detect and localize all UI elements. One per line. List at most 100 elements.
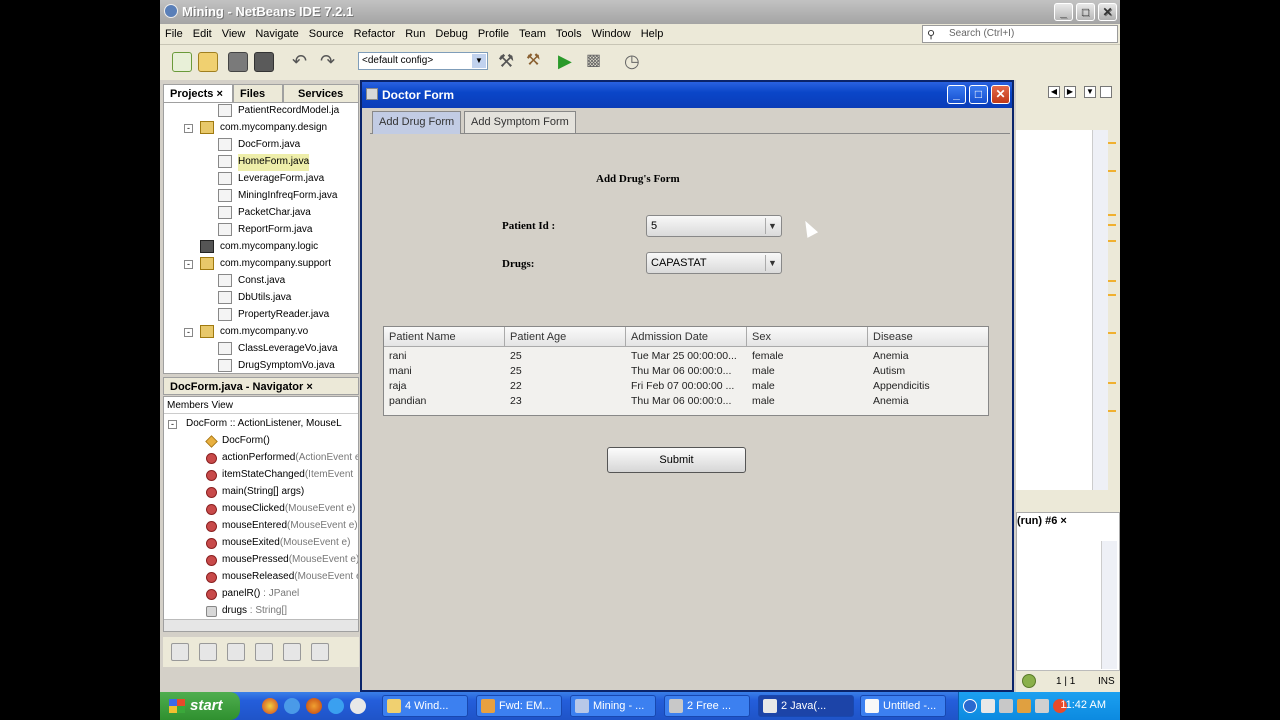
output-tab[interactable]: (run) #6 × [1015,513,1067,527]
redo-icon[interactable]: ↷ [320,52,340,72]
column-header-patient-name[interactable]: Patient Name [384,327,505,347]
static-filter-icon[interactable] [227,643,245,661]
notification-icon[interactable] [1022,674,1036,688]
chrome-icon[interactable] [262,698,278,714]
tree-item[interactable]: ClassLeverageVo.java [218,341,338,358]
menu-source[interactable]: Source [304,24,349,40]
patient-table[interactable]: Patient Name Patient Age Admission Date … [383,326,989,416]
tree-item[interactable]: PatientRecordModel.ja [218,103,339,120]
error-stripe-mark[interactable] [1108,170,1116,172]
table-cell[interactable]: raja [384,379,505,394]
error-stripe-mark[interactable] [1108,280,1116,282]
menu-file[interactable]: File [160,24,188,40]
navigator-member[interactable]: panelR() : JPanel [206,586,299,603]
table-cell[interactable]: 25 [505,364,626,379]
task-free[interactable]: 2 Free ... [664,695,750,717]
clean-build-icon[interactable]: ⚒ [526,52,546,72]
members-view-select[interactable]: Members View [164,397,358,414]
menu-window[interactable]: Window [587,24,636,40]
table-cell[interactable]: Tue Mar 25 00:00:00... [626,349,747,364]
ie-icon[interactable] [328,698,344,714]
table-cell[interactable]: male [747,394,868,409]
task-untitled[interactable]: Untitled -... [860,695,946,717]
navigator-member[interactable]: actionPerformed(ActionEvent e [206,450,358,467]
tree-item[interactable]: HomeForm.java [218,154,310,171]
open-project-icon[interactable] [228,52,248,72]
drugs-select[interactable]: CAPASTAT ▼ [646,252,782,274]
build-icon[interactable]: ⚒ [498,52,518,72]
collapse-icon[interactable]: - [168,420,177,429]
navigator-member[interactable]: mouseClicked(MouseEvent e) [206,501,355,518]
table-cell[interactable]: male [747,379,868,394]
task-java[interactable]: 2 Java(... [758,695,854,717]
column-header-disease[interactable]: Disease [868,327,988,347]
tab-services[interactable]: Services [283,84,359,102]
column-header-admission-date[interactable]: Admission Date [626,327,747,347]
table-cell[interactable]: 22 [505,379,626,394]
clock[interactable]: 11:42 AM [1060,699,1106,711]
error-stripe-mark[interactable] [1108,294,1116,296]
menu-debug[interactable]: Debug [430,24,472,40]
run-icon[interactable]: ▶ [558,52,578,72]
tree-item[interactable]: DbUtils.java [218,290,291,307]
menu-tools[interactable]: Tools [551,24,587,40]
scroll-right-icon[interactable]: ▶ [1064,86,1076,98]
table-cell[interactable]: rani [384,349,505,364]
profile-icon[interactable]: ◷ [624,52,644,72]
navigator-tab[interactable]: DocForm.java - Navigator × [163,377,359,395]
navigator-member[interactable]: drugs : String[] [206,603,287,620]
navigator-member[interactable]: mouseEntered(MouseEvent e) [206,518,358,535]
undo-icon[interactable]: ↶ [292,52,312,72]
table-cell[interactable]: 23 [505,394,626,409]
tab-projects[interactable]: Projects × [163,84,233,102]
config-select[interactable]: <default config> ▼ [358,52,488,70]
editor-vertical-scrollbar[interactable] [1092,130,1108,490]
collapse-icon[interactable]: - [184,328,193,337]
collapse-icon[interactable]: - [184,124,193,133]
table-cell[interactable]: Thu Mar 06 00:00:0... [626,394,747,409]
error-stripe-mark[interactable] [1108,240,1116,242]
tree-item[interactable]: PacketChar.java [218,205,311,222]
tree-item[interactable]: ReportForm.java [218,222,312,239]
maximize-editor-icon[interactable] [1100,86,1112,98]
debug-icon[interactable]: ▩ [586,52,606,72]
dialog-close-button[interactable]: ✕ [991,85,1010,104]
table-cell[interactable]: Anemia [868,349,988,364]
tray-collapse-icon[interactable] [963,699,977,713]
task-netbeans[interactable]: Mining - ... [570,695,656,717]
column-header-sex[interactable]: Sex [747,327,868,347]
tree-item[interactable]: PropertyReader.java [218,307,329,324]
volume-icon[interactable] [1035,699,1049,713]
new-file-icon[interactable] [172,52,192,72]
table-cell[interactable]: female [747,349,868,364]
tree-item[interactable]: - com.mycompany.design [184,120,327,137]
dialog-minimize-button[interactable]: _ [947,85,966,104]
navigator-member[interactable]: mousePressed(MouseEvent e) [206,552,358,569]
table-cell[interactable]: pandian [384,394,505,409]
sort-by-name-icon[interactable] [283,643,301,661]
navigator-root[interactable]: - DocForm :: ActionListener, MouseL [168,416,342,433]
maximize-button[interactable]: □ [1076,3,1095,21]
table-cell[interactable]: 25 [505,349,626,364]
navigator-member[interactable]: itemStateChanged(ItemEvent [206,467,353,484]
task-windows-explorer[interactable]: 4 Wind... [382,695,468,717]
error-stripe-mark[interactable] [1108,224,1116,226]
navigator-member[interactable]: mouseExited(MouseEvent e) [206,535,350,552]
output-scrollbar[interactable] [1101,541,1117,669]
menu-run[interactable]: Run [400,24,430,40]
non-public-filter-icon[interactable] [255,643,273,661]
horizontal-scrollbar[interactable] [164,619,358,631]
tree-item[interactable]: - com.mycompany.vo [184,324,308,341]
table-cell[interactable]: Fri Feb 07 00:00:00 ... [626,379,747,394]
tree-item[interactable]: - com.mycompany.support [184,256,331,273]
tray-app-icon[interactable] [1017,699,1031,713]
menu-navigate[interactable]: Navigate [250,24,303,40]
tray-app-icon[interactable] [999,699,1013,713]
error-stripe-mark[interactable] [1108,332,1116,334]
dialog-maximize-button[interactable]: □ [969,85,988,104]
minimize-button[interactable]: _ [1054,3,1073,21]
collapse-icon[interactable]: - [184,260,193,269]
menu-profile[interactable]: Profile [473,24,514,40]
navigator-member[interactable]: DocForm() [205,433,270,450]
menu-refactor[interactable]: Refactor [349,24,401,40]
